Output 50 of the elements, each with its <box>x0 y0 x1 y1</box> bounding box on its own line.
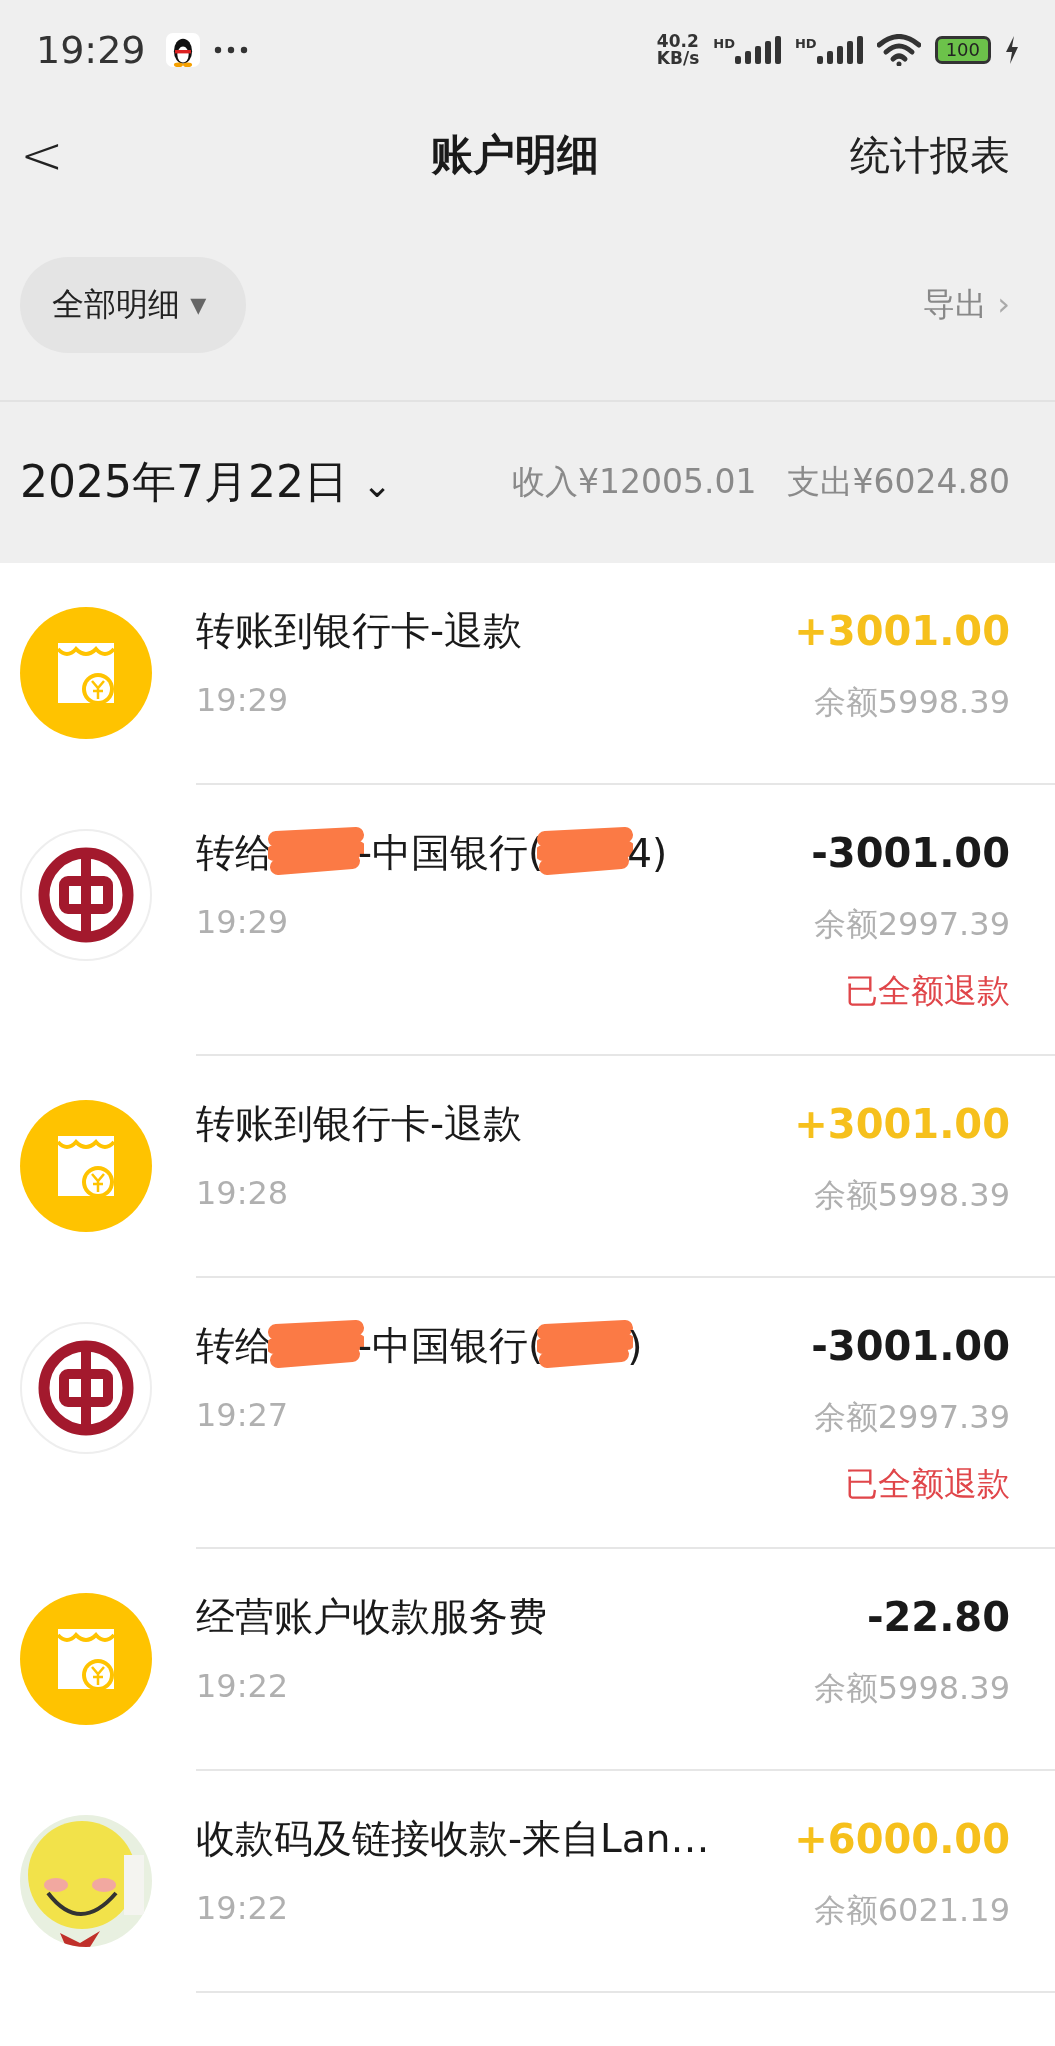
balance-text: 余额2997.39 <box>813 1397 1010 1438</box>
transaction-amount: +3001.00 <box>794 608 1010 654</box>
income-total: 收入¥12005.01 <box>512 461 757 503</box>
bank-icon <box>20 1322 152 1454</box>
shop-icon <box>20 1593 152 1725</box>
expense-total: 支出¥6024.80 <box>786 461 1010 503</box>
transaction-title: 经营账户收款服务费 <box>196 1593 547 1641</box>
shop-icon <box>20 1100 152 1232</box>
transaction-amount: +3001.00 <box>794 1101 1010 1147</box>
more-icon <box>213 46 248 54</box>
transaction-time: 19:28 <box>196 1174 289 1214</box>
signal-icon <box>734 36 781 64</box>
signal-icon <box>816 36 863 64</box>
transaction-time: 19:29 <box>196 903 289 943</box>
filter-dropdown[interactable]: 全部明细 ▾ <box>20 257 247 353</box>
transaction-time: 19:22 <box>196 1889 289 1929</box>
transaction-time: 19:29 <box>196 681 289 721</box>
transaction-amount: +6000.00 <box>794 1816 1010 1862</box>
penguin-icon <box>165 33 200 67</box>
transaction-title: 转账到银行卡-退款 <box>196 1100 523 1148</box>
report-link[interactable]: 统计报表 <box>850 127 1010 183</box>
speed-unit: KB/s <box>656 50 700 67</box>
bank-icon <box>20 829 152 961</box>
balance-text: 余额5998.39 <box>813 1668 1010 1709</box>
transaction-amount: -22.80 <box>866 1594 1010 1640</box>
transaction-time: 19:22 <box>196 1667 289 1707</box>
shop-icon <box>20 607 152 739</box>
transaction-title: 转给 -中国银行( ) <box>196 1319 643 1373</box>
transaction-title: 转给 -中国银行( 4) <box>196 826 668 880</box>
speed-value: 40.2 <box>656 33 700 50</box>
transaction-amount: -3001.00 <box>811 1323 1010 1369</box>
balance-text: 余额2997.39 <box>813 904 1010 945</box>
transaction-time: 19:27 <box>196 1396 289 1436</box>
page-title: 账户明细 <box>431 129 599 181</box>
hd-label: HD <box>794 36 817 51</box>
balance-text: 余额5998.39 <box>813 1175 1010 1216</box>
status-time: 19:29 <box>36 28 146 72</box>
transaction-amount: -3001.00 <box>811 830 1010 876</box>
wifi-icon <box>876 34 921 66</box>
charging-icon <box>1005 36 1019 64</box>
refund-status: 已全额退款 <box>845 970 1010 1012</box>
battery-indicator: 100 <box>934 36 991 64</box>
hd-label: HD <box>713 36 735 51</box>
transaction-title: 收款码及链接收款-来自Lan… <box>196 1815 710 1863</box>
date-selector[interactable]: 2025年7月22日 ⌄ <box>20 453 393 512</box>
back-button[interactable]: < <box>20 125 64 185</box>
transaction-title: 转账到银行卡-退款 <box>196 607 523 655</box>
balance-text: 余额5998.39 <box>813 682 1010 723</box>
refund-status: 已全额退款 <box>845 1463 1010 1505</box>
balance-text: 余额6021.19 <box>813 1890 1010 1931</box>
